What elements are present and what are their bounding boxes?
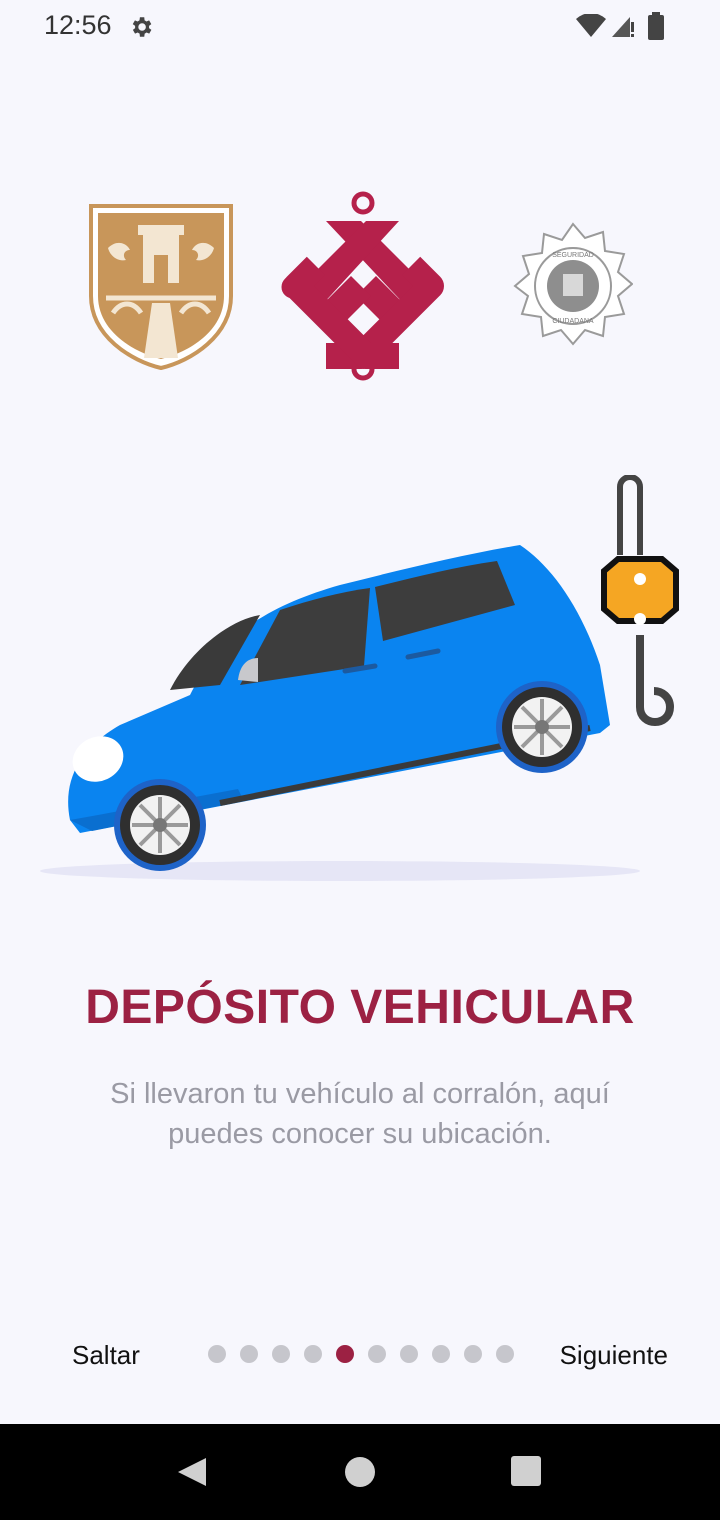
page-dot[interactable] (368, 1345, 386, 1363)
system-navigation-bar (0, 1424, 720, 1520)
page-dot[interactable] (304, 1345, 322, 1363)
slide-description: Si llevaron tu vehículo al corralón, aqu… (110, 1078, 610, 1150)
page-dot[interactable] (496, 1345, 514, 1363)
onboarding-footer: Saltar Siguiente (0, 1326, 720, 1386)
recents-icon[interactable] (509, 1454, 543, 1488)
cdmx-coat-of-arms-logo (89, 204, 233, 371)
seguridad-ciudadana-badge-logo: SEGURIDAD CIUDADANA (513, 222, 633, 346)
page-indicator (208, 1345, 514, 1363)
slide-title: DEPÓSITO VEHICULAR (85, 981, 635, 1034)
wheel-icon (496, 681, 588, 773)
skip-button[interactable]: Saltar (62, 1336, 150, 1375)
wifi-icon (576, 14, 606, 37)
cdmx-government-logo (281, 191, 444, 381)
car-tow-illustration (40, 475, 679, 881)
page-dot[interactable] (432, 1345, 450, 1363)
next-button[interactable]: Siguiente (550, 1336, 678, 1375)
signal-icon (612, 17, 634, 37)
home-icon[interactable] (342, 1454, 378, 1490)
page-dot[interactable] (400, 1345, 418, 1363)
settings-icon (132, 17, 152, 37)
wheel-icon (114, 779, 206, 871)
tow-hook-icon (601, 475, 679, 726)
badge-text-bottom: CIUDADANA (552, 318, 594, 325)
page-dot[interactable] (208, 1345, 226, 1363)
status-bar: 12:56 (0, 0, 720, 56)
page-dot[interactable] (240, 1345, 258, 1363)
status-time: 12:56 (44, 10, 112, 40)
page-dot[interactable] (464, 1345, 482, 1363)
page-dot-active[interactable] (336, 1345, 354, 1363)
battery-icon (648, 12, 664, 40)
badge-text-top: SEGURIDAD (552, 252, 594, 259)
page-dot[interactable] (272, 1345, 290, 1363)
back-icon[interactable] (174, 1454, 210, 1490)
